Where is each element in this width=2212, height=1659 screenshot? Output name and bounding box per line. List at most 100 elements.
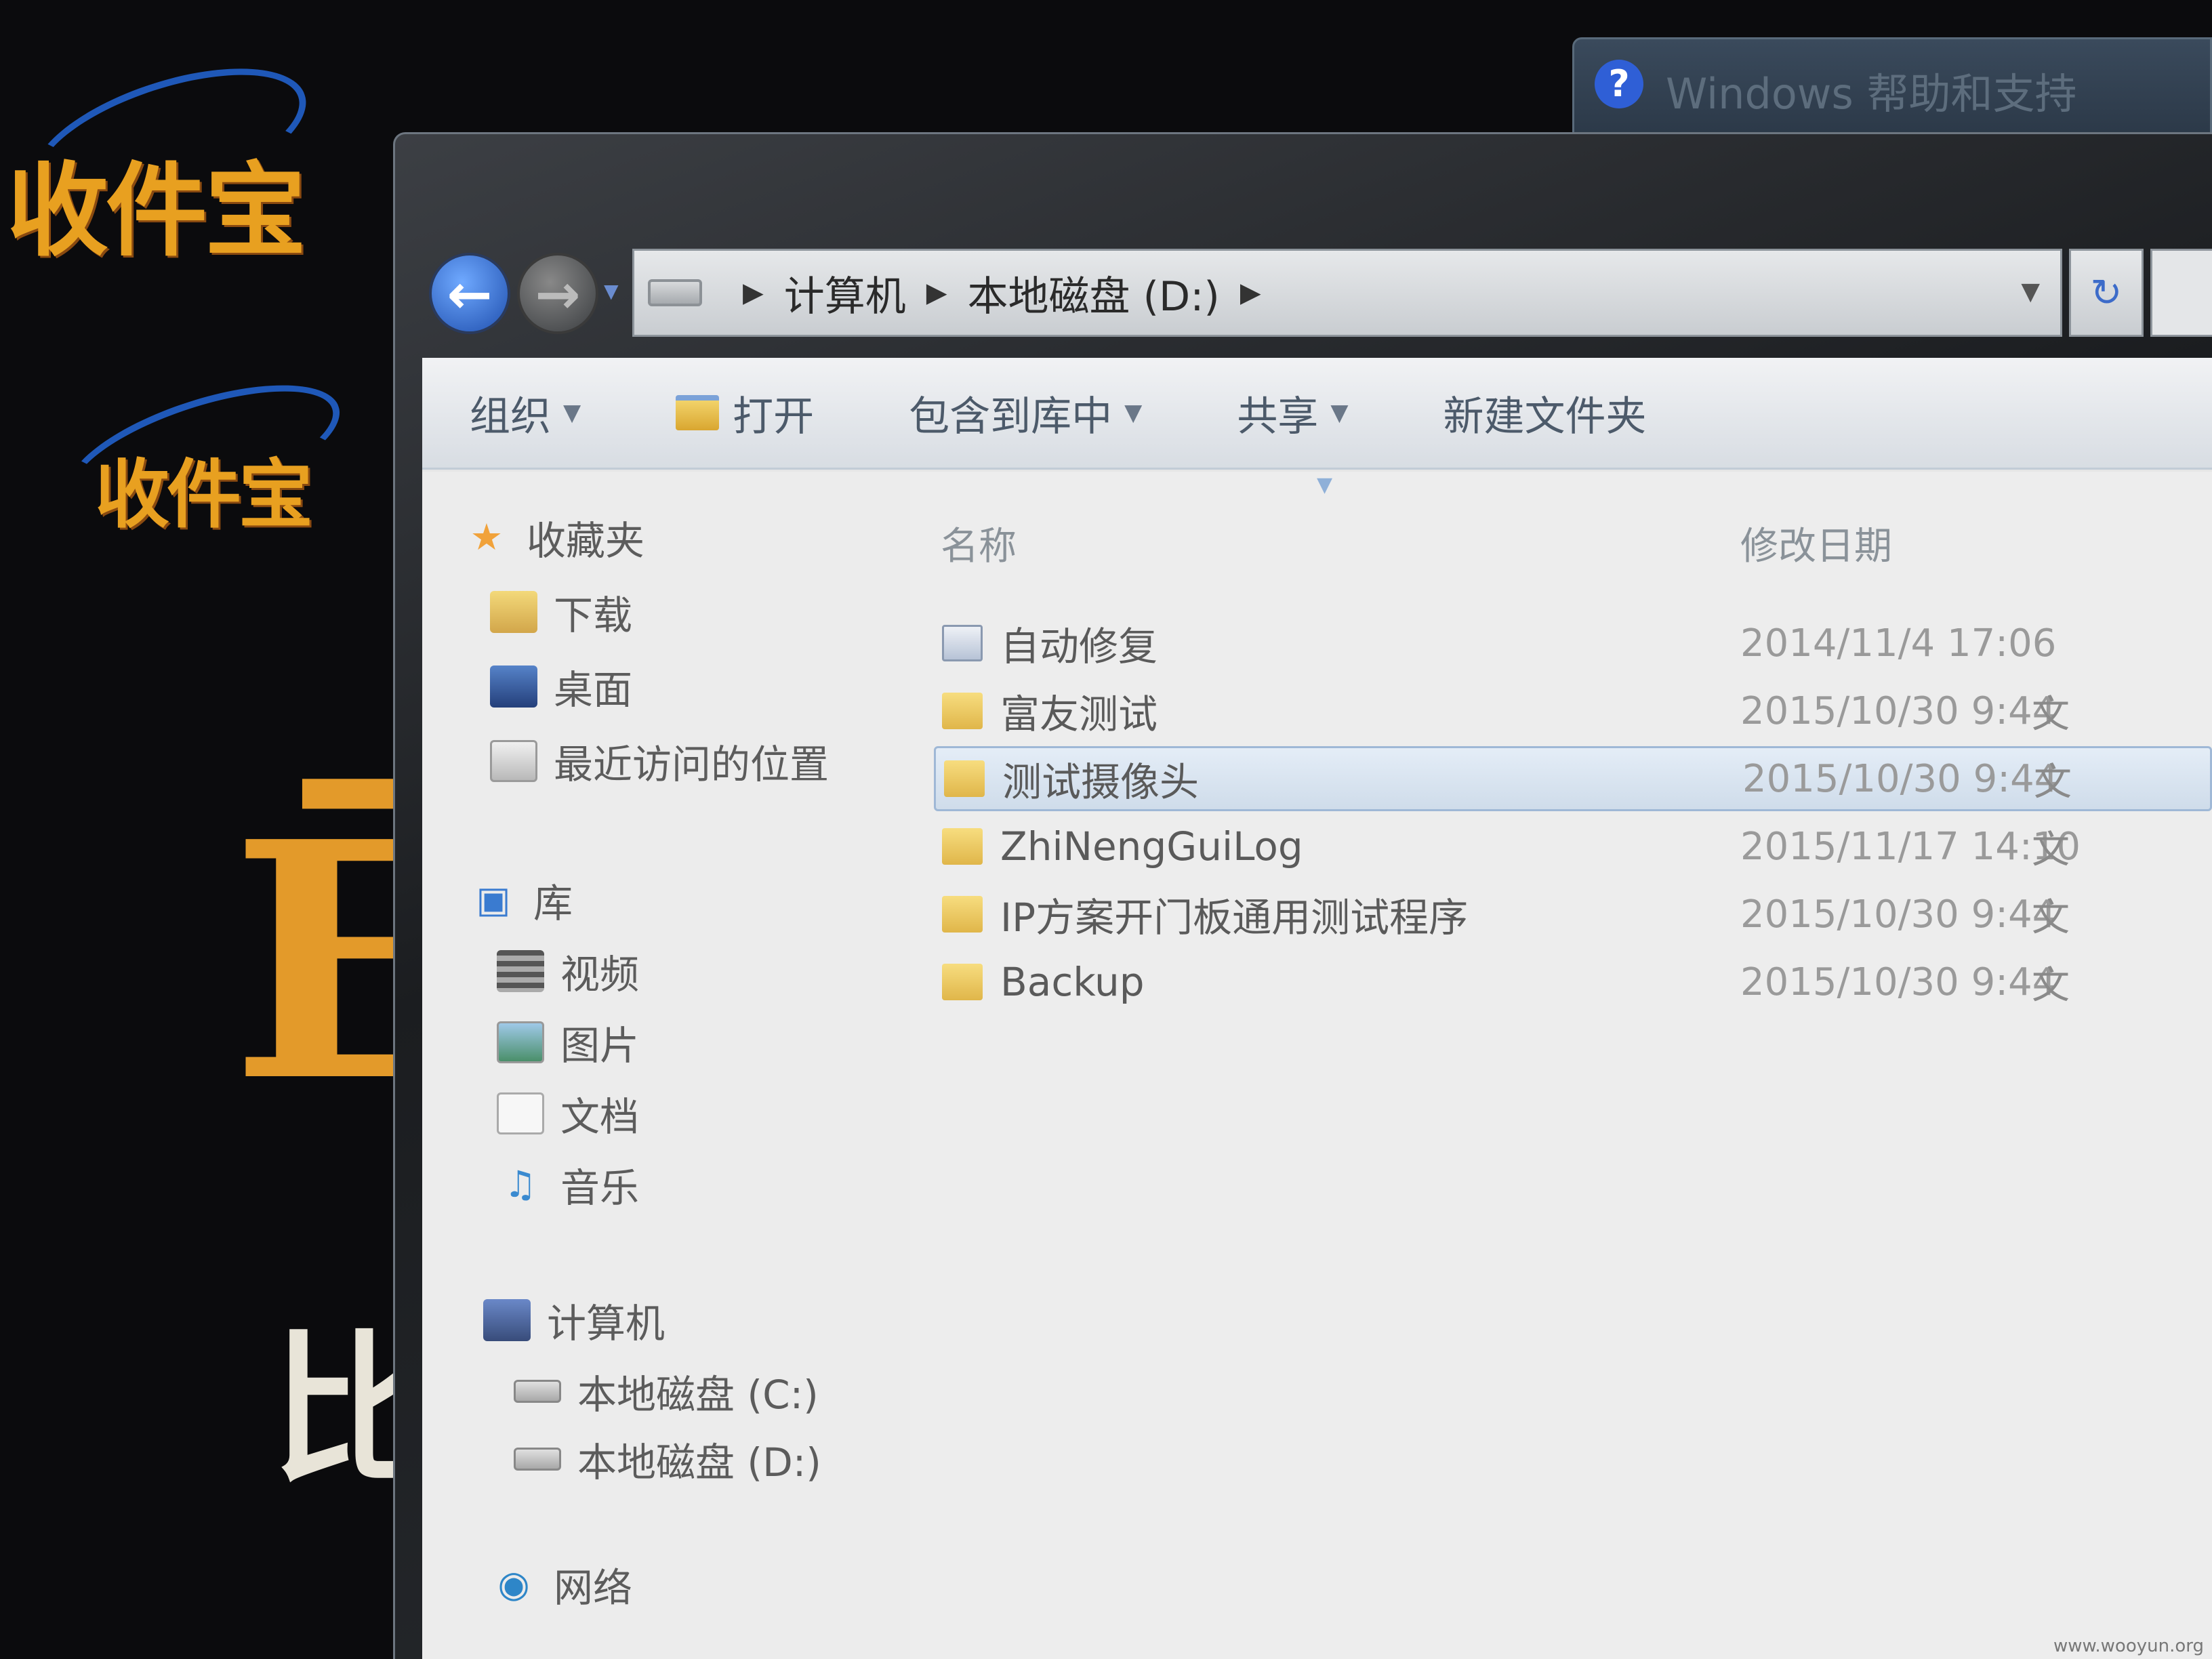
file-modified-date: 2015/11/17 14:10 [1740,824,2081,869]
nav-videos-label: 视频 [560,951,640,998]
help-icon: ? [1595,60,1643,108]
download-icon [490,591,537,633]
explorer-window: ← → ▼ ▶ 计算机 ▶ 本地磁盘 (D:) ▶ ▼ ↻ 组织 ▼ 打开 包含… [393,132,2212,1659]
help-window-title: Windows 帮助和支持 [1666,69,2077,119]
file-row[interactable]: 富友测试 2015/10/30 9:44 文 [934,678,2212,743]
breadcrumb-computer[interactable]: 计算机 [784,264,906,323]
file-row[interactable]: Backup 2015/10/30 9:44 文 [934,949,2212,1015]
music-icon: ♫ [504,1163,537,1206]
nav-drive-d[interactable]: 本地磁盘 (D:) [514,1431,821,1488]
desktop-logo-secondary: 收件宝 [95,451,313,538]
file-type: 文 [2034,760,2072,804]
file-name: 测试摄像头 [1002,759,1200,805]
share-menu[interactable]: 共享 ▼ [1237,384,1348,443]
computer-icon [483,1299,531,1341]
back-button[interactable]: ← [429,253,510,334]
nav-music[interactable]: ♫ 音乐 [497,1156,639,1213]
desktop-logo: 收件宝 [7,152,306,270]
file-modified-date: 2015/10/30 9:44 [1740,960,2057,1004]
network-icon: ◉ [497,1563,530,1605]
folder-icon [942,896,983,933]
nav-pictures[interactable]: 图片 [497,1014,639,1071]
breadcrumb-drive-d[interactable]: 本地磁盘 (D:) [968,264,1220,323]
pictures-icon [497,1021,544,1063]
open-icon [676,395,720,430]
chevron-down-icon: ▼ [1124,399,1143,426]
column-header-name[interactable]: 名称 [941,516,1017,571]
explorer-content: 组织 ▼ 打开 包含到库中 ▼ 共享 ▼ 新建文件夹 ★ 收藏夹 下载 桌面 最… [422,358,2212,1659]
address-dropdown-icon[interactable]: ▼ [2021,278,2040,306]
address-bar[interactable]: ▶ 计算机 ▶ 本地磁盘 (D:) ▶ ▼ [632,249,2062,337]
folder-icon [942,828,983,865]
chevron-down-icon: ▼ [1330,399,1349,426]
nav-favorites[interactable]: ★ 收藏夹 [463,509,644,566]
desktop-icon [490,665,537,708]
nav-recent-label: 最近访问的位置 [554,741,830,787]
nav-downloads[interactable]: 下载 [490,583,632,640]
file-row[interactable]: 自动修复 2014/11/4 17:06 [934,611,2212,676]
nav-documents[interactable]: 文档 [497,1085,639,1142]
video-icon [497,950,544,992]
file-modified-date: 2015/10/30 9:44 [1740,892,2057,937]
nav-videos[interactable]: 视频 [497,943,639,1000]
nav-computer[interactable]: 计算机 [483,1292,665,1349]
file-row[interactable]: IP方案开门板通用测试程序 2015/10/30 9:44 文 [934,882,2212,947]
drive-icon [514,1380,561,1403]
system-folder-icon [942,625,983,661]
nav-favorites-label: 收藏夹 [527,518,645,564]
file-row[interactable]: 测试摄像头 2015/10/30 9:44 文 [934,746,2212,811]
file-list: ▼ 名称 修改日期 自动修复 2014/11/4 17:06 富友测试 2015/10… [910,472,2212,1659]
nav-drive-d-label: 本地磁盘 (D:) [577,1439,821,1486]
new-folder-button[interactable]: 新建文件夹 [1443,384,1646,443]
nav-pictures-label: 图片 [560,1023,640,1069]
nav-downloads-label: 下载 [554,592,633,638]
file-type: 文 [2032,827,2070,872]
file-type: 文 [2032,692,2070,737]
open-label: 打开 [733,392,815,441]
file-type: 文 [2032,963,2070,1008]
nav-network[interactable]: ◉ 网络 [490,1556,632,1613]
open-button[interactable]: 打开 [676,384,814,443]
file-name: 富友测试 [1000,691,1158,737]
recent-pages-dropdown-icon[interactable]: ▼ [604,280,619,302]
command-bar: 组织 ▼ 打开 包含到库中 ▼ 共享 ▼ 新建文件夹 [422,358,2212,470]
navigation-bar: ← → ▼ ▶ 计算机 ▶ 本地磁盘 (D:) ▶ ▼ ↻ [422,246,2212,348]
folder-icon [942,693,983,729]
sort-indicator-icon: ▼ [1317,473,1333,497]
library-icon: ▣ [476,878,511,921]
chevron-down-icon: ▼ [563,399,581,426]
nav-desktop[interactable]: 桌面 [490,658,632,715]
breadcrumb-arrow-icon[interactable]: ▶ [926,277,947,308]
file-name: ZhiNengGuiLog [1000,823,1303,869]
nav-music-label: 音乐 [560,1165,640,1211]
nav-documents-label: 文档 [560,1094,640,1140]
breadcrumb-arrow-icon[interactable]: ▶ [743,277,764,308]
star-icon: ★ [470,516,504,558]
forward-button[interactable]: → [517,253,598,334]
include-in-library-label: 包含到库中 [909,392,1113,441]
folder-icon [942,964,983,1000]
refresh-button[interactable]: ↻ [2069,249,2144,337]
drive-icon [514,1448,561,1471]
nav-computer-label: 计算机 [547,1300,665,1347]
organize-menu[interactable]: 组织 ▼ [470,384,581,443]
include-in-library-menu[interactable]: 包含到库中 ▼ [909,384,1142,443]
navigation-pane: ★ 收藏夹 下载 桌面 最近访问的位置 ▣ 库 视频 图片 文档 ♫ 音乐 计算… [422,472,910,1659]
column-header-modified[interactable]: 修改日期 [1740,516,1892,571]
recent-places-icon [490,740,537,782]
breadcrumb-arrow-icon[interactable]: ▶ [1240,277,1261,308]
search-box[interactable] [2150,249,2212,337]
nav-drive-c-label: 本地磁盘 (C:) [577,1372,819,1418]
nav-desktop-label: 桌面 [554,667,633,713]
file-modified-date: 2015/10/30 9:44 [1740,689,2057,733]
nav-recent[interactable]: 最近访问的位置 [490,733,829,790]
file-modified-date: 2015/10/30 9:44 [1742,756,2059,801]
file-type: 文 [2032,895,2070,940]
drive-icon [648,279,702,306]
nav-libraries[interactable]: ▣ 库 [470,872,573,928]
file-name: IP方案开门板通用测试程序 [1000,895,1469,941]
nav-drive-c[interactable]: 本地磁盘 (C:) [514,1363,819,1420]
file-row[interactable]: ZhiNengGuiLog 2015/11/17 14:10 文 [934,814,2212,879]
folder-icon [944,760,985,797]
share-label: 共享 [1237,392,1319,441]
